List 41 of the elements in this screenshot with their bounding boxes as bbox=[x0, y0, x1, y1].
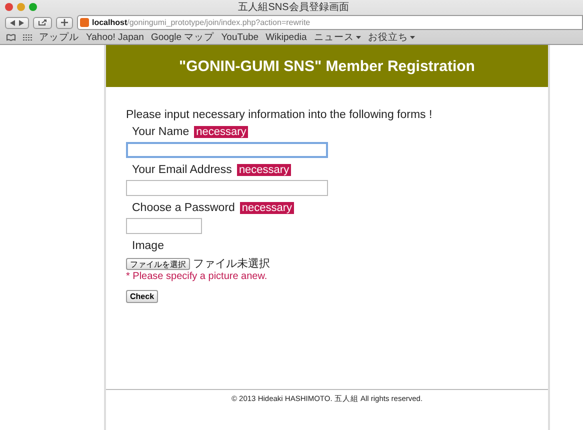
bookmark-link[interactable]: Google マップ bbox=[150, 31, 214, 44]
error-message: * Please specify a picture anew. bbox=[126, 271, 268, 282]
caret-icon bbox=[356, 36, 361, 39]
address-field[interactable]: localhost/goningumi_prototype/join/index.php?action=rewrite bbox=[77, 15, 583, 30]
back-icon bbox=[10, 20, 15, 26]
url-text: localhost/goningumi_prototype/join/index.php?action=rewrite bbox=[92, 18, 310, 27]
check-button[interactable]: Check bbox=[126, 290, 158, 303]
add-button[interactable] bbox=[56, 16, 73, 28]
bookmark-link[interactable]: ニュース bbox=[314, 31, 361, 44]
zoom-button[interactable] bbox=[29, 3, 37, 11]
minimize-button[interactable] bbox=[17, 3, 25, 11]
required-badge: necessary bbox=[194, 126, 248, 138]
field-label: Your Email Address bbox=[132, 164, 232, 176]
site-icon bbox=[80, 18, 89, 27]
share-button[interactable] bbox=[33, 16, 52, 28]
choose-file-button[interactable]: ファイルを選択 bbox=[126, 258, 190, 270]
caret-icon bbox=[410, 36, 415, 39]
grid-icon[interactable] bbox=[23, 34, 32, 41]
bookmark-link[interactable]: アップル bbox=[39, 31, 79, 44]
required-badge: necessary bbox=[240, 202, 294, 214]
bookmark-link[interactable]: Wikipedia bbox=[266, 32, 307, 43]
file-status: ファイル未選択 bbox=[193, 257, 270, 271]
share-icon bbox=[38, 19, 47, 26]
page-header: "GONIN-GUMI SNS" Member Registration bbox=[106, 45, 548, 87]
field-label: Image bbox=[132, 240, 164, 252]
plus-icon bbox=[61, 19, 68, 26]
bookmark-link[interactable]: お役立ち bbox=[368, 31, 415, 44]
input-field[interactable] bbox=[126, 142, 328, 158]
required-badge: necessary bbox=[236, 164, 292, 176]
field-label: Choose a Password bbox=[132, 202, 235, 214]
input-field[interactable] bbox=[126, 180, 328, 196]
back-forward-button[interactable] bbox=[5, 16, 29, 28]
input-field[interactable] bbox=[126, 218, 202, 234]
field-label: Your Name bbox=[132, 126, 190, 138]
close-button[interactable] bbox=[5, 3, 13, 11]
book-icon[interactable] bbox=[6, 34, 16, 41]
forward-icon bbox=[19, 20, 24, 26]
bookmark-link[interactable]: Yahoo! Japan bbox=[86, 32, 144, 43]
window-title: 五人組SNS会員登録画面 bbox=[238, 1, 349, 14]
bookmark-link[interactable]: YouTube bbox=[221, 32, 259, 43]
intro-text: Please input necessary information into the following forms ! bbox=[126, 109, 434, 121]
